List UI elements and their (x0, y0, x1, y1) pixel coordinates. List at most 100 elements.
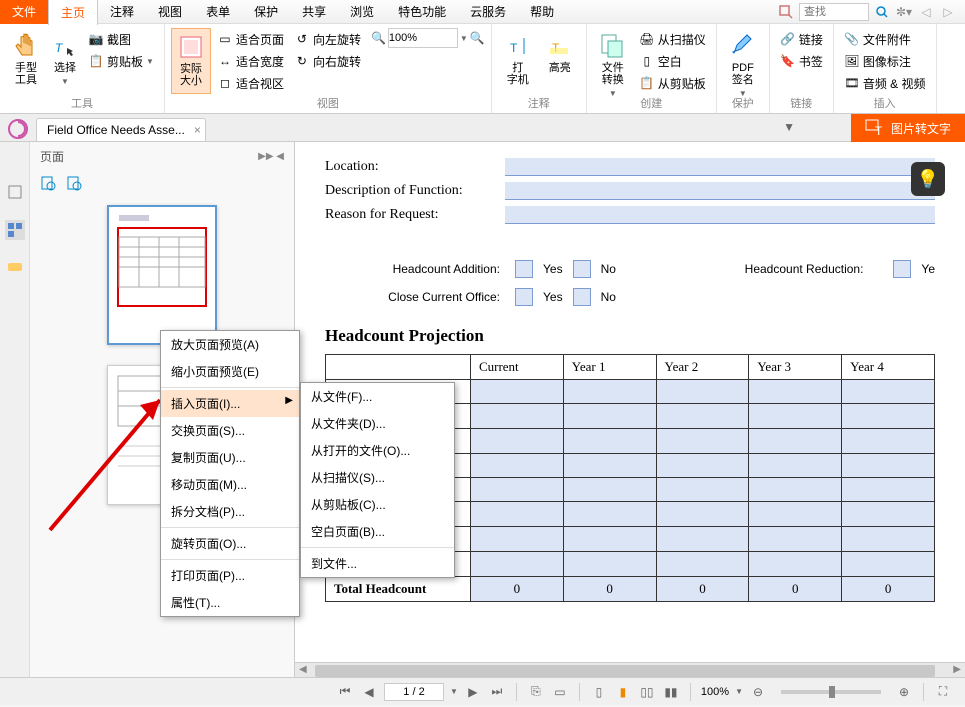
dropdown-icon: ▼ (61, 76, 69, 88)
zoom-slider[interactable] (781, 690, 881, 694)
sidetab-bookmark[interactable] (5, 182, 25, 202)
layout-continuous-facing[interactable]: ▮▮ (662, 683, 680, 701)
sub-from-open[interactable]: 从打开的文件(O)... (301, 437, 454, 464)
actual-size-button[interactable]: 实际 大小 (171, 28, 211, 94)
page-number-input[interactable] (384, 683, 444, 701)
layout-facing[interactable]: ▯▯ (638, 683, 656, 701)
file-convert-button[interactable]: 文件 转换 ▼ (593, 28, 633, 102)
zoom-out-icon[interactable]: 🔍 (371, 31, 386, 45)
menu-protect[interactable]: 保护 (242, 0, 290, 24)
audio-video-button[interactable]: 🎞音频 & 视频 (840, 72, 930, 94)
view-mode-2[interactable]: ▭ (551, 683, 569, 701)
ctx-copy-page[interactable]: 复制页面(U)... (161, 444, 299, 471)
from-scanner-button[interactable]: 🖨从扫描仪 (635, 28, 710, 50)
pdf-sign-button[interactable]: PDF 签名 ▼ (723, 28, 763, 102)
menu-home[interactable]: 主页 (48, 0, 98, 25)
hand-tool-button[interactable]: 手型 工具 (6, 28, 46, 90)
pic-to-text-button[interactable]: T 图片转文字 (851, 114, 965, 142)
thumb-zoom-in-icon[interactable] (40, 175, 56, 191)
menu-special[interactable]: 特色功能 (386, 0, 458, 24)
field-desc-input[interactable] (505, 182, 935, 200)
sub-from-folder[interactable]: 从文件夹(D)... (301, 410, 454, 437)
snapshot-button[interactable]: 📷截图 (84, 28, 158, 50)
menu-help[interactable]: 帮助 (518, 0, 566, 24)
menu-file[interactable]: 文件 (0, 0, 48, 24)
dropdown-icon[interactable]: ▼ (735, 687, 743, 696)
next-page-button[interactable]: ▶ (464, 683, 482, 701)
hint-bulb-icon[interactable]: 💡 (911, 162, 945, 196)
sidetab-comments[interactable] (5, 258, 25, 278)
sub-from-clipboard[interactable]: 从剪贴板(C)... (301, 491, 454, 518)
ctx-rotate-page[interactable]: 旋转页面(O)... (161, 530, 299, 557)
highlight-button[interactable]: T 高亮 (540, 28, 580, 88)
field-location-input[interactable] (505, 158, 935, 176)
panel-collapse-icon[interactable]: ▶▶ ◀ (258, 151, 284, 162)
checkbox-hred-yes[interactable] (893, 260, 911, 278)
menu-browse[interactable]: 浏览 (338, 0, 386, 24)
thumb-zoom-out-icon[interactable] (66, 175, 82, 191)
search-find-icon[interactable] (777, 3, 795, 21)
ctx-zoom-out[interactable]: 缩小页面预览(E) (161, 358, 299, 385)
zoom-in-button[interactable]: ⊕ (895, 683, 913, 701)
prev-page-button[interactable]: ◀ (360, 683, 378, 701)
field-reason-label: Reason for Request: (325, 207, 505, 223)
search-input[interactable] (799, 3, 869, 21)
checkbox-close-yes[interactable] (515, 288, 533, 306)
rotate-right-button[interactable]: ↻向右旋转 (290, 50, 365, 72)
nav-next-icon[interactable]: ▷ (939, 3, 957, 21)
tab-overflow-icon[interactable]: ▼ (783, 120, 795, 134)
dropdown-icon[interactable]: ▼ (460, 34, 468, 43)
view-mode-1[interactable]: ⎘ (527, 683, 545, 701)
menu-cloud[interactable]: 云服务 (458, 0, 518, 24)
first-page-button[interactable]: ⏮ (336, 683, 354, 701)
checkbox-close-no[interactable] (573, 288, 591, 306)
nav-prev-icon[interactable]: ◁ (917, 3, 935, 21)
close-tab-icon[interactable]: × (194, 123, 201, 137)
blank-page-button[interactable]: ▯空白 (635, 50, 710, 72)
ctx-print-page[interactable]: 打印页面(P)... (161, 562, 299, 589)
fit-page-button[interactable]: ▭适合页面 (213, 28, 288, 50)
fullscreen-button[interactable]: ⛶ (934, 683, 952, 701)
search-go-icon[interactable] (873, 3, 891, 21)
checkbox-hadd-yes[interactable] (515, 260, 533, 278)
menu-view[interactable]: 视图 (146, 0, 194, 24)
last-page-button[interactable]: ⏭ (488, 683, 506, 701)
sub-to-file[interactable]: 到文件... (301, 550, 454, 577)
sub-from-scanner[interactable]: 从扫描仪(S)... (301, 464, 454, 491)
document-tab[interactable]: Field Office Needs Asse... × (36, 118, 206, 141)
fit-width-button[interactable]: ↔适合宽度 (213, 50, 288, 72)
ctx-insert-page[interactable]: 插入页面(I)...▶ (161, 390, 299, 417)
fit-visible-button[interactable]: ◻适合视区 (213, 72, 288, 94)
ctx-move-page[interactable]: 移动页面(M)... (161, 471, 299, 498)
from-clipboard-button[interactable]: 📋从剪贴板 (635, 72, 710, 94)
rotate-left-button[interactable]: ↺向左旋转 (290, 28, 365, 50)
zoom-in-icon[interactable]: 🔍 (470, 31, 485, 45)
checkbox-hadd-no[interactable] (573, 260, 591, 278)
ctx-properties[interactable]: 属性(T)... (161, 589, 299, 616)
ctx-zoom-in[interactable]: 放大页面预览(A) (161, 331, 299, 358)
ctx-swap-page[interactable]: 交换页面(S)... (161, 417, 299, 444)
typewriter-button[interactable]: T 打 字机 (498, 28, 538, 88)
dropdown-icon[interactable]: ▼ (450, 687, 458, 696)
zoom-select[interactable] (388, 28, 458, 48)
attach-button[interactable]: 📎文件附件 (840, 28, 930, 50)
thumbnail-1[interactable] (107, 205, 217, 345)
settings-icon[interactable]: ✼▾ (895, 3, 913, 21)
sub-blank-page[interactable]: 空白页面(B)... (301, 518, 454, 545)
menu-form[interactable]: 表单 (194, 0, 242, 24)
bookmark-button[interactable]: 🔖书签 (776, 50, 827, 72)
sidetab-thumbnails[interactable] (5, 220, 25, 240)
field-reason-input[interactable] (505, 206, 935, 224)
layout-single[interactable]: ▯ (590, 683, 608, 701)
image-annot-button[interactable]: 🖼图像标注 (840, 50, 930, 72)
link-button[interactable]: 🔗链接 (776, 28, 827, 50)
clipboard-button[interactable]: 📋剪贴板▼ (84, 50, 158, 72)
menu-share[interactable]: 共享 (290, 0, 338, 24)
zoom-out-button[interactable]: ⊖ (749, 683, 767, 701)
sub-from-file[interactable]: 从文件(F)... (301, 383, 454, 410)
select-button[interactable]: T 选择 ▼ (48, 28, 82, 90)
layout-continuous[interactable]: ▮ (614, 683, 632, 701)
horizontal-scrollbar[interactable]: ◀▶ (295, 662, 965, 677)
ctx-split-doc[interactable]: 拆分文档(P)... (161, 498, 299, 525)
menu-annot[interactable]: 注释 (98, 0, 146, 24)
